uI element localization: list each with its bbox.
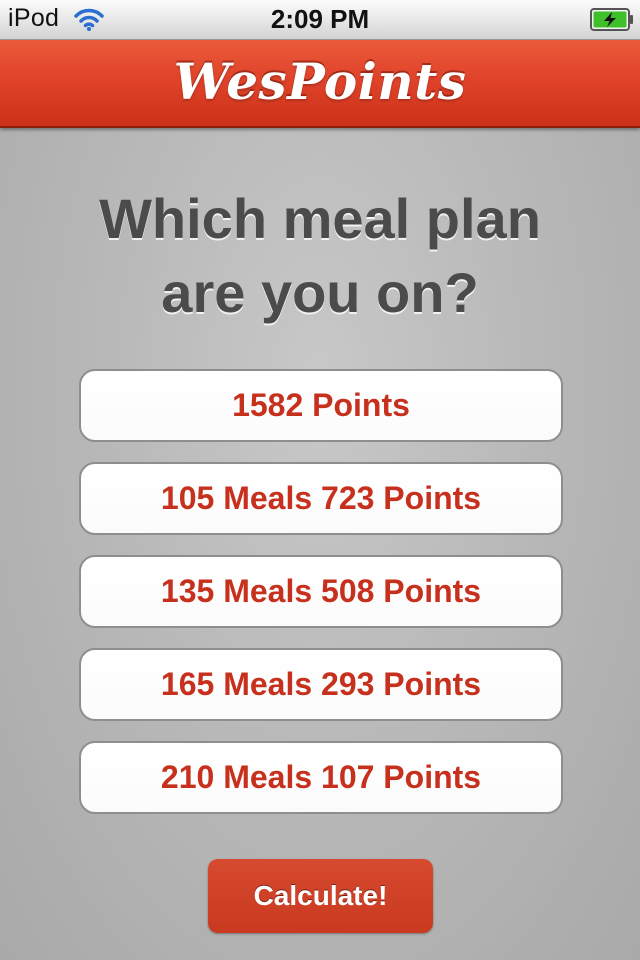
question-line-2: are you on? — [161, 261, 479, 324]
calculate-button[interactable]: Calculate! — [208, 859, 433, 933]
status-bar: iPod 2:09 PM — [0, 0, 640, 40]
nav-bar: WesPoints — [0, 40, 640, 128]
meal-plan-question: Which meal plan are you on? — [40, 182, 600, 330]
question-line-1: Which meal plan — [99, 187, 541, 250]
app-title: WesPoints — [173, 52, 467, 111]
plan-option-button[interactable]: 210 Meals 107 Points — [79, 741, 563, 814]
plan-option-button[interactable]: 1582 Points — [79, 369, 563, 442]
status-time: 2:09 PM — [270, 4, 370, 34]
plan-option-button[interactable]: 165 Meals 293 Points — [79, 648, 563, 721]
battery-charging-icon — [590, 7, 634, 32]
plan-option-button[interactable]: 105 Meals 723 Points — [79, 462, 563, 535]
meal-plan-list: 1582 Points 105 Meals 723 Points 135 Mea… — [79, 369, 563, 834]
plan-option-button[interactable]: 135 Meals 508 Points — [79, 555, 563, 628]
